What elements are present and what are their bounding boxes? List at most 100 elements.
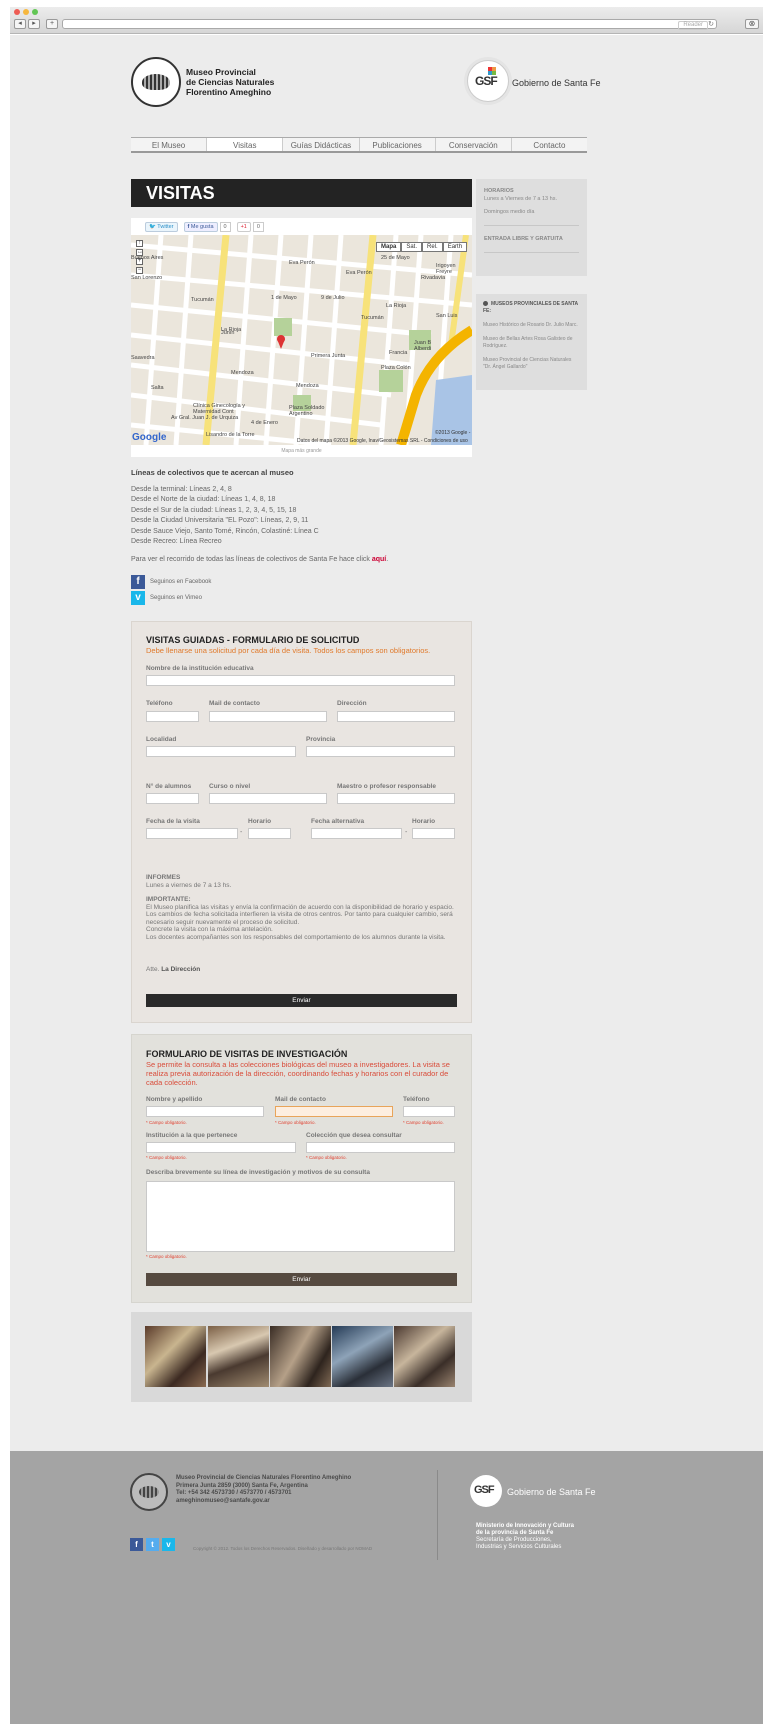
name-input[interactable]	[146, 1106, 264, 1117]
separator: -	[405, 829, 408, 836]
stop-icon[interactable]: ⊗	[745, 19, 759, 29]
museum-link[interactable]: Museo de Bellas Artes Rosa Galisteo de R…	[483, 336, 580, 350]
close-window-button[interactable]	[14, 9, 20, 15]
browser-chrome: ◂ ▸ + ↻ Reader ⊗	[10, 7, 763, 34]
institution-input[interactable]	[146, 675, 455, 686]
required-note: * Campo obligatorio.	[146, 1120, 187, 1125]
footer-ministry: Ministerio de Innovación y Cultura de la…	[476, 1523, 575, 1550]
grade-input[interactable]	[209, 793, 327, 804]
minimize-window-button[interactable]	[23, 9, 29, 15]
guided-visit-form: VISITAS GUIADAS - FORMULARIO DE SOLICITU…	[131, 621, 472, 1023]
form-title: FORMULARIO DE VISITAS DE INVESTIGACIÓN	[146, 1049, 348, 1059]
nav-item-guias[interactable]: Guías Didácticas	[283, 138, 360, 151]
collection-input[interactable]	[306, 1142, 455, 1153]
hours-box: HORARIOS Lunes a Viernes de 7 a 13 hs. D…	[476, 179, 587, 276]
facebook-icon[interactable]: f	[130, 1538, 143, 1551]
footer-gov-logo[interactable]: GSF	[470, 1475, 502, 1507]
reload-icon[interactable]: ↻	[708, 20, 714, 28]
map-controls: ↑ ↔ + −	[136, 240, 152, 284]
pan-up-icon[interactable]: ↑	[136, 240, 143, 247]
reader-button[interactable]: Reader	[678, 21, 708, 30]
students-input[interactable]	[146, 793, 199, 804]
facebook-like-button[interactable]: f Me gusta	[183, 221, 218, 232]
submit-research-button[interactable]: Enviar	[146, 1273, 457, 1286]
submit-visit-button[interactable]: Enviar	[146, 994, 457, 1007]
museum-name[interactable]: Museo Provincial de Ciencias Naturales F…	[186, 67, 274, 97]
province-input[interactable]	[306, 746, 455, 757]
institution-input[interactable]	[146, 1142, 296, 1153]
nav-item-visitas[interactable]: Visitas	[207, 138, 284, 151]
email-label: Mail de contacto	[275, 1096, 326, 1103]
museums-title: MUSEOS PROVINCIALES DE SANTA FE:	[483, 301, 580, 315]
time-label: Horario	[248, 818, 272, 825]
address-input[interactable]	[337, 711, 455, 722]
footer-address: Museo Provincial de Ciencias Naturales F…	[176, 1475, 352, 1506]
address-bar[interactable]: ↻ Reader	[62, 19, 717, 30]
required-note: * Campo obligatorio.	[146, 1254, 187, 1259]
footer-museum-logo[interactable]	[130, 1473, 168, 1511]
footer-email-link[interactable]: ameghinomuseo@santafe.gov.ar	[176, 1498, 351, 1506]
gallery-photo[interactable]	[208, 1326, 269, 1387]
follow-vimeo[interactable]: v Seguinos en Vimeo	[131, 591, 202, 605]
map-type-earth[interactable]: Earth	[442, 242, 468, 252]
nav-item-el-museo[interactable]: El Museo	[131, 138, 208, 151]
alt-date-input[interactable]	[311, 828, 402, 839]
share-bar: 🐦 Twitter f Me gusta 0 +1 0	[131, 218, 472, 235]
gov-name[interactable]: Gobierno de Santa Fe	[512, 78, 601, 88]
phone-input[interactable]	[403, 1106, 455, 1117]
time-input[interactable]	[248, 828, 291, 839]
bus-lines-section: Líneas de colectivos que te acercan al m…	[131, 468, 472, 565]
date-label: Fecha de la visita	[146, 818, 200, 825]
bus-line-item: Desde el Norte de la ciudad: Líneas 1, 4…	[131, 496, 276, 503]
vimeo-icon[interactable]: v	[162, 1538, 175, 1551]
institution-label: Institución a la que pertenece	[146, 1132, 238, 1139]
gov-logo[interactable]: GSF	[467, 60, 509, 102]
phone-input[interactable]	[146, 711, 199, 722]
email-input[interactable]	[275, 1106, 393, 1117]
phone-label: Teléfono	[146, 700, 173, 707]
gallery-photo[interactable]	[394, 1326, 455, 1387]
zoom-in-icon[interactable]: +	[136, 258, 143, 265]
nav-item-publicaciones[interactable]: Publicaciones	[360, 138, 436, 151]
larger-map-link[interactable]: Mapa más grande	[131, 445, 472, 457]
bus-routes-link[interactable]: aquí	[372, 556, 386, 563]
museum-logo[interactable]	[131, 57, 181, 107]
map-type-satellite[interactable]: Sat.	[401, 242, 423, 252]
alt-time-input[interactable]	[412, 828, 455, 839]
museum-link[interactable]: Museo Provincial de Ciencias Naturales "…	[483, 357, 580, 371]
map-type-switcher: Mapa Sat. Rel. Earth	[376, 242, 468, 252]
nav-item-contacto[interactable]: Contacto	[512, 138, 587, 151]
back-icon[interactable]: ◂	[14, 19, 26, 29]
google-map[interactable]	[131, 235, 472, 445]
twitter-icon[interactable]: t	[146, 1538, 159, 1551]
map-type-map[interactable]: Mapa	[376, 242, 402, 252]
form-subtitle: Se permite la consulta a las colecciones…	[146, 1060, 450, 1087]
nav-item-conservacion[interactable]: Conservación	[436, 138, 512, 151]
teacher-input[interactable]	[337, 793, 455, 804]
add-tab-icon[interactable]: +	[46, 19, 58, 29]
description-textarea[interactable]	[146, 1181, 455, 1252]
follow-facebook[interactable]: f Seguinos en Facebook	[131, 575, 211, 589]
zoom-window-button[interactable]	[32, 9, 38, 15]
required-note: * Campo obligatorio.	[403, 1120, 444, 1125]
hours-sunday: Domingos medio día	[484, 209, 535, 215]
email-input[interactable]	[209, 711, 327, 722]
gallery-photo[interactable]	[332, 1326, 393, 1387]
zoom-out-icon[interactable]: −	[136, 267, 143, 274]
pan-icon[interactable]: ↔	[136, 249, 143, 256]
forward-icon[interactable]: ▸	[28, 19, 40, 29]
twitter-share-button[interactable]: 🐦 Twitter	[145, 221, 178, 232]
gallery-photo[interactable]	[145, 1326, 206, 1387]
divider	[484, 225, 579, 226]
gallery-photo[interactable]	[270, 1326, 331, 1387]
hours-title: HORARIOS	[484, 188, 514, 194]
photo-gallery	[131, 1312, 472, 1402]
date-input[interactable]	[146, 828, 238, 839]
copyright: Copyright © 2012. Todos los Derechos Res…	[193, 1546, 373, 1551]
map-type-relief[interactable]: Rel.	[422, 242, 443, 252]
research-visit-form: FORMULARIO DE VISITAS DE INVESTIGACIÓN S…	[131, 1034, 472, 1303]
alt-date-label: Fecha alternativa	[311, 818, 365, 825]
gplus-button[interactable]: +1	[236, 221, 251, 232]
museum-link[interactable]: Museo Histórico de Rosario Dr. Julio Mar…	[483, 322, 580, 329]
city-input[interactable]	[146, 746, 296, 757]
